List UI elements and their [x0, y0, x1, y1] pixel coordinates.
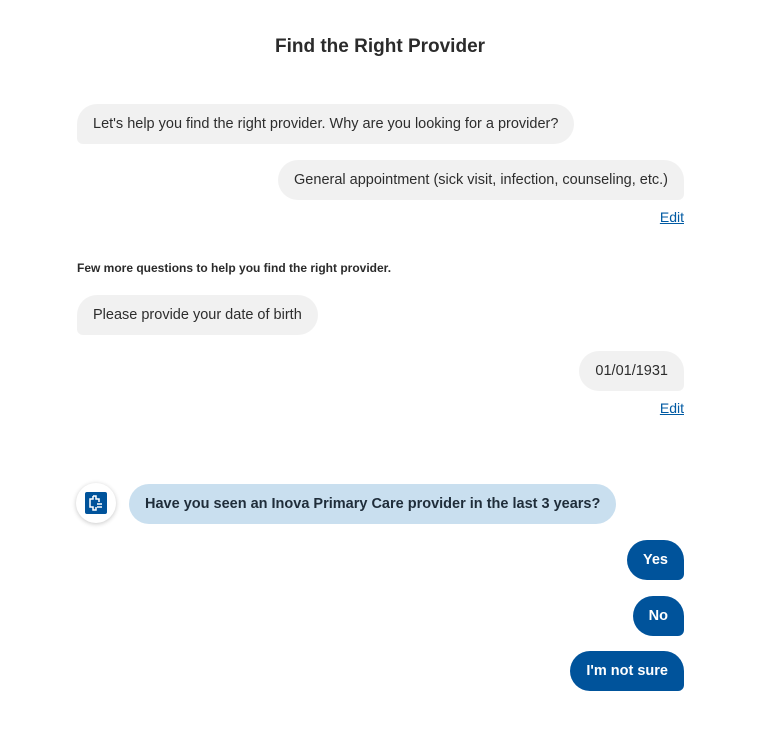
- bot-avatar: [76, 483, 116, 523]
- page-title: Find the Right Provider: [274, 36, 486, 57]
- edit-reason-link[interactable]: Edit: [660, 209, 684, 225]
- section-note: Few more questions to help you find the …: [77, 261, 392, 275]
- bot-question-primary-care: Have you seen an Inova Primary Care prov…: [129, 484, 617, 524]
- not-sure-button[interactable]: I'm not sure: [570, 651, 684, 691]
- inova-logo-icon: [85, 492, 107, 514]
- user-answer-reason: General appointment (sick visit, infecti…: [278, 160, 684, 200]
- edit-dob-link[interactable]: Edit: [660, 400, 684, 416]
- bot-message-reason: Let's help you find the right provider. …: [77, 104, 575, 144]
- bot-message-dob: Please provide your date of birth: [77, 295, 318, 335]
- yes-button[interactable]: Yes: [627, 540, 684, 580]
- user-answer-dob: 01/01/1931: [579, 351, 684, 391]
- no-button[interactable]: No: [632, 596, 684, 636]
